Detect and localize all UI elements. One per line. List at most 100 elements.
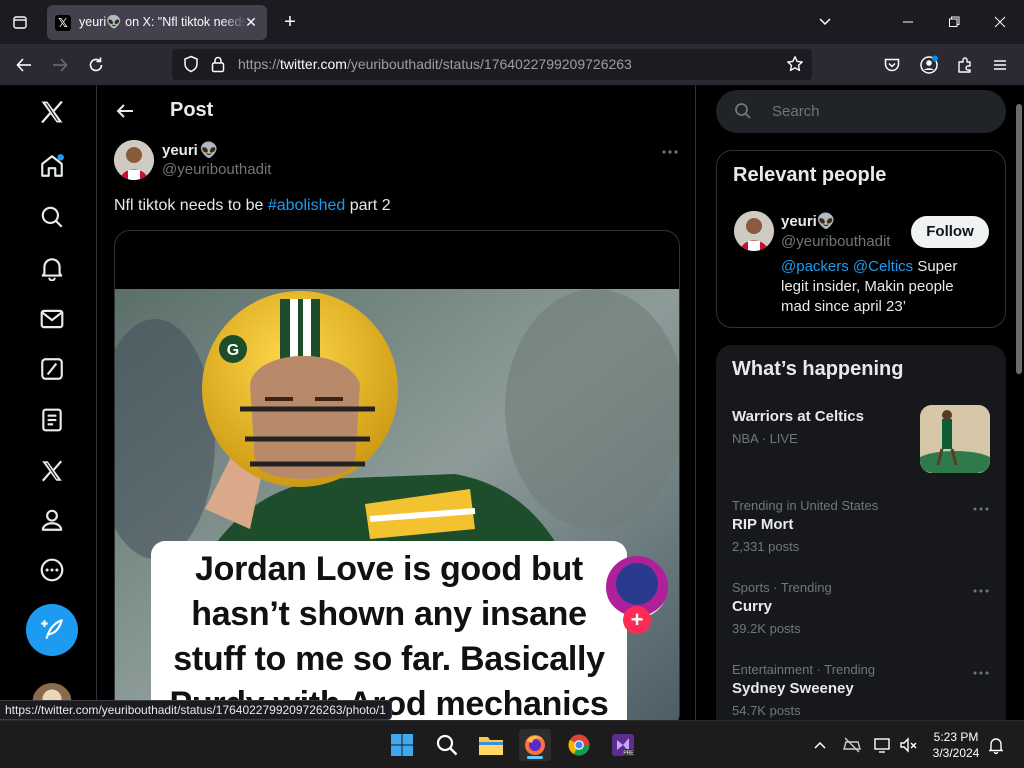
restore-icon[interactable] [944, 12, 964, 32]
system-clock[interactable]: 5:23 PM 3/3/2024 [924, 729, 988, 761]
tweet-text: Nfl tiktok needs to be #abolished part 2 [114, 197, 391, 215]
pocket-icon[interactable] [881, 54, 903, 76]
url-text[interactable]: https://twitter.com/yeuribouthadit/statu… [238, 56, 632, 72]
back-arrow-icon[interactable] [13, 54, 35, 76]
search-placeholder: Search [772, 103, 820, 120]
page-scrollbar[interactable] [1016, 104, 1022, 374]
url-prefix: https:// [238, 56, 281, 72]
firefox-icon[interactable] [519, 729, 551, 761]
tiktok-follow-plus-icon: + [623, 606, 651, 634]
trend-more-icon[interactable] [972, 506, 990, 512]
author-name-text: yeuri [162, 141, 198, 159]
caption-line: stuff to me so far. Basically [173, 640, 605, 678]
tweet-text-part: Nfl tiktok needs to be [114, 197, 268, 214]
network-disconnected-icon[interactable] [842, 735, 862, 755]
trend-posts: 2,331 posts [732, 539, 800, 554]
chrome-icon[interactable] [563, 729, 595, 761]
back-arrow-icon[interactable] [113, 99, 137, 123]
profile-person-icon[interactable] [36, 504, 68, 536]
x-favicon-icon: 𝕏 [55, 14, 71, 31]
caption-line: hasn’t shown any insane [191, 595, 587, 633]
author-handle[interactable]: @yeuribouthadit [162, 161, 271, 178]
lock-icon[interactable] [210, 55, 226, 78]
tweet-media-image[interactable]: G Jordan Love is good but hasn’t shown a… [114, 230, 680, 720]
trend-item[interactable]: Sports · Trending Curry 39.2K posts [732, 580, 992, 636]
whats-happening-title: What’s happening [732, 358, 904, 380]
trend-meta: Sports · Trending [732, 580, 832, 595]
search-icon [734, 102, 754, 122]
x-logo-icon[interactable] [36, 96, 68, 128]
right-sidebar: Search Relevant people yeuri👽 @yeuribout… [696, 85, 1024, 720]
main-column: Post yeuri 👽 @yeuribouthadit Nfl tiktok … [96, 85, 696, 720]
notifications-bell-icon[interactable] [36, 252, 68, 284]
extensions-icon[interactable] [954, 54, 976, 76]
grok-icon[interactable] [36, 353, 68, 385]
trend-item[interactable]: Entertainment · Trending Sydney Sweeney … [732, 662, 992, 718]
lists-icon[interactable] [36, 404, 68, 436]
explore-search-icon[interactable] [36, 201, 68, 233]
author-name[interactable]: yeuri 👽 [162, 141, 219, 160]
active-app-indicator [527, 756, 543, 759]
more-options-icon[interactable] [659, 143, 681, 161]
caption-line: Jordan Love is good but [195, 550, 583, 588]
list-all-tabs-icon[interactable] [815, 12, 835, 32]
windows-start-icon[interactable] [386, 729, 418, 761]
svg-text:PRE: PRE [623, 751, 634, 757]
forward-arrow-icon[interactable] [49, 54, 71, 76]
minimize-icon[interactable] [898, 12, 918, 32]
trend-meta: Entertainment · Trending [732, 662, 876, 677]
volume-muted-icon[interactable] [898, 735, 918, 755]
mention-link[interactable]: @Celtics [853, 258, 913, 275]
svg-text:G: G [227, 342, 239, 359]
relevant-person-name[interactable]: yeuri👽 [781, 212, 836, 230]
tab-close-icon[interactable]: ✕ [243, 14, 259, 30]
bookmark-star-icon[interactable] [786, 55, 804, 78]
display-icon[interactable] [873, 735, 893, 755]
whats-happening-card: What’s happening Warriors at Celtics NBA… [716, 345, 1006, 720]
tracking-shield-icon[interactable] [182, 55, 200, 78]
trend-more-icon[interactable] [972, 588, 990, 594]
relevant-person-handle[interactable]: @yeuribouthadit [781, 233, 890, 250]
account-icon[interactable] [918, 54, 940, 76]
follow-button[interactable]: Follow [911, 216, 989, 248]
alien-emoji-icon: 👽 [199, 142, 219, 159]
tab-list-icon[interactable] [6, 10, 34, 34]
more-circle-icon[interactable] [36, 554, 68, 586]
relevant-person-avatar[interactable] [734, 211, 774, 251]
page-title: Post [170, 99, 214, 121]
windows-taskbar: PRE 5:23 PM 3/3/2024 [0, 720, 1024, 768]
trend-more-icon[interactable] [972, 670, 990, 676]
reload-icon[interactable] [85, 54, 107, 76]
trend-name: Curry [732, 598, 773, 615]
address-bar[interactable]: https://twitter.com/yeuribouthadit/statu… [172, 49, 812, 80]
new-tab-icon[interactable]: + [280, 12, 300, 32]
twitter-page: Post yeuri 👽 @yeuribouthadit Nfl tiktok … [0, 85, 1024, 720]
relevant-person-name-text: yeuri [781, 213, 817, 230]
visual-studio-preview-icon[interactable]: PRE [607, 729, 639, 761]
trend-thumbnail-image [920, 405, 990, 473]
taskbar-search-icon[interactable] [431, 729, 463, 761]
trend-meta: Trending in United States [732, 498, 879, 513]
show-hidden-icons-chevron-icon[interactable] [810, 735, 830, 755]
hashtag-link[interactable]: #abolished [268, 197, 345, 214]
mention-link[interactable]: @packers [781, 258, 849, 275]
feather-plus-icon [41, 619, 63, 639]
clock-time: 5:23 PM [933, 730, 979, 744]
url-path: /yeuribouthadit/status/17640227992097262… [346, 56, 632, 72]
relevant-person-bio: @packers @Celtics Super legit insider, M… [781, 257, 981, 317]
notifications-bell-icon[interactable] [986, 735, 1006, 755]
compose-post-button[interactable] [26, 604, 78, 656]
menu-icon[interactable] [989, 54, 1011, 76]
alien-emoji-icon: 👽 [816, 213, 836, 230]
premium-x-icon[interactable] [36, 455, 68, 487]
messages-envelope-icon[interactable] [36, 303, 68, 335]
home-icon[interactable] [36, 150, 68, 182]
browser-tab-active[interactable]: 𝕏 yeuri👽 on X: "Nfl tiktok needs to be #… [47, 5, 267, 40]
trend-name: RIP Mort [732, 516, 794, 533]
close-window-icon[interactable] [990, 12, 1010, 32]
file-explorer-icon[interactable] [475, 729, 507, 761]
author-avatar[interactable] [114, 140, 154, 180]
search-input[interactable]: Search [716, 90, 1006, 133]
browser-tab-bar: 𝕏 yeuri👽 on X: "Nfl tiktok needs to be #… [0, 0, 1024, 44]
trend-item[interactable]: Trending in United States RIP Mort 2,331… [732, 498, 992, 554]
